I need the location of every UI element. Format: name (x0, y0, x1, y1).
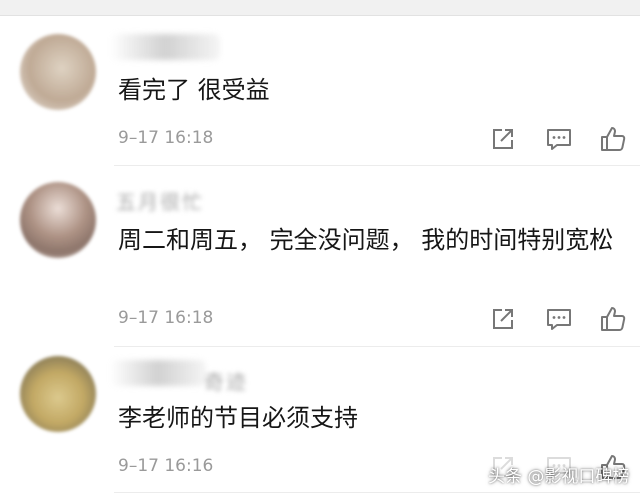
reply-icon[interactable] (544, 124, 574, 154)
share-icon[interactable] (488, 304, 518, 334)
comment-actions (488, 124, 628, 154)
username-blurred (110, 34, 220, 60)
comment-text: 李老师的节目必须支持 (118, 404, 358, 432)
watermark: 头条 @影视口碑榜 (488, 467, 630, 487)
top-separator (0, 0, 640, 16)
reply-icon[interactable] (544, 304, 574, 334)
divider (114, 346, 640, 347)
avatar[interactable] (20, 356, 96, 432)
comment-actions (488, 304, 628, 334)
comment-text: 周二和周五， 完全没问题， 我的时间特别宽松 (118, 226, 614, 254)
divider (114, 165, 640, 166)
avatar[interactable] (20, 182, 96, 258)
comment-text: 看完了 很受益 (118, 76, 270, 104)
username[interactable]: 奇迹 (204, 366, 248, 395)
username-blurred (110, 360, 206, 386)
divider (114, 492, 640, 493)
comment-time: 9–17 16:18 (118, 128, 214, 148)
comment-time: 9–17 16:16 (118, 456, 214, 476)
username[interactable]: 五月很忙 (116, 186, 204, 215)
avatar[interactable] (20, 34, 96, 110)
share-icon[interactable] (488, 124, 518, 154)
like-icon[interactable] (598, 304, 628, 334)
comment-time: 9–17 16:18 (118, 308, 214, 328)
like-icon[interactable] (598, 124, 628, 154)
